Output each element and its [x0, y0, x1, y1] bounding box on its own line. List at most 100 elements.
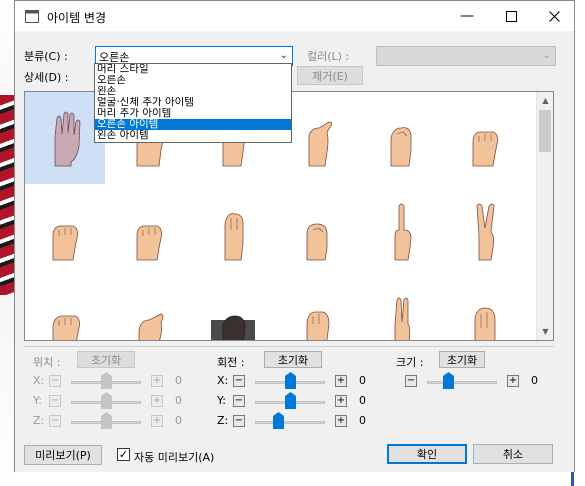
hand-item-curled-hand[interactable] — [361, 92, 441, 184]
hand-pinch-icon — [138, 313, 164, 340]
ok-button[interactable]: 확인 — [387, 444, 467, 464]
rotation-z-slider-thumb[interactable] — [273, 412, 285, 429]
hand-relaxed-hand-icon — [306, 311, 330, 340]
position-y-axis-label: Y: — [33, 394, 42, 407]
hand-item-palm-up[interactable] — [445, 280, 525, 340]
hand-fist-icon — [136, 225, 162, 261]
divider — [24, 346, 554, 347]
hand-item-index-finger-up[interactable] — [361, 186, 441, 278]
preview-button[interactable]: 미리보기(P) — [24, 445, 102, 465]
rotation-z-increment-button[interactable]: + — [335, 415, 347, 427]
position-y-slider-thumb[interactable] — [101, 392, 112, 409]
detail-label: 상세(D) : — [24, 71, 69, 84]
remove-button-label: 제거(E) — [312, 69, 348, 83]
rotation-y-slider-thumb[interactable] — [285, 392, 296, 409]
minimize-button[interactable]: — — [445, 1, 489, 31]
chevron-down-icon: ⌄ — [279, 50, 288, 61]
position-x-slider-thumb[interactable] — [101, 372, 112, 389]
dropdown-item[interactable]: 오른손 — [95, 75, 291, 86]
category-label: 분류(C) : — [24, 50, 68, 63]
grid-scrollbar[interactable]: ▲ ▼ — [536, 92, 553, 340]
chevron-down-icon: ⌄ — [542, 50, 551, 61]
dropdown-item[interactable]: 머리 스타일 — [95, 64, 291, 75]
maximize-button[interactable] — [489, 1, 533, 31]
rotation-x-decrement-button[interactable]: − — [233, 375, 245, 387]
hand-dark-hand-icon — [211, 315, 255, 340]
hand-fist-icon — [52, 225, 78, 261]
size-increment-button[interactable]: + — [507, 375, 519, 387]
hand-item-fist[interactable] — [109, 186, 189, 278]
position-y-decrement-button[interactable]: − — [49, 395, 61, 407]
hand-index-finger-up-icon — [394, 203, 412, 261]
background-art-stripe — [0, 95, 14, 295]
rotation-x-slider-thumb[interactable] — [285, 372, 296, 389]
hand-closed-fist-icon — [52, 315, 80, 340]
rotation-z-value: 0 — [359, 414, 366, 427]
hand-item-peace-sign[interactable] — [445, 186, 525, 278]
close-icon — [548, 10, 560, 22]
rotation-x-value: 0 — [359, 374, 366, 387]
hand-item-relaxed-hand[interactable] — [277, 280, 357, 340]
position-x-axis-label: X: — [33, 374, 45, 387]
size-decrement-button[interactable]: − — [405, 375, 417, 387]
dropdown-item[interactable]: 왼손 — [95, 86, 291, 97]
hand-relaxed-fist-icon — [306, 223, 328, 261]
hand-palm-up-icon — [474, 307, 496, 340]
hand-two-fingers-icon — [394, 297, 411, 340]
auto-preview-label: 자동 미리보기(A) — [134, 451, 215, 464]
hand-item-dark-hand[interactable] — [193, 280, 273, 340]
rotation-x-axis-label: X: — [217, 374, 229, 387]
preview-button-label: 미리보기(P) — [35, 449, 91, 462]
scrollbar-thumb[interactable] — [539, 110, 551, 152]
hand-item-fist[interactable] — [25, 186, 105, 278]
rotation-z-slider-track[interactable] — [255, 421, 325, 424]
rotation-z-axis-label: Z: — [217, 414, 229, 427]
checkmark-icon: ✓ — [118, 448, 129, 461]
maximize-icon — [505, 10, 517, 22]
title-bar[interactable]: 아이템 변경 — — [15, 1, 574, 31]
position-x-decrement-button[interactable]: − — [49, 375, 61, 387]
scroll-down-icon[interactable]: ▼ — [537, 323, 553, 340]
position-reset-button[interactable]: 초기화 — [77, 351, 135, 368]
hand-item-pinch[interactable] — [109, 280, 189, 340]
position-z-decrement-button[interactable]: − — [49, 415, 61, 427]
size-value: 0 — [531, 374, 538, 387]
rotation-y-decrement-button[interactable]: − — [233, 395, 245, 407]
remove-button[interactable]: 제거(E) — [297, 66, 363, 85]
dropdown-item[interactable]: 머리 추가 아이템 — [95, 108, 291, 119]
dropdown-item-selected[interactable]: 오른손 아이템 — [95, 119, 291, 130]
hand-item-fist[interactable] — [445, 92, 525, 184]
close-button[interactable] — [532, 1, 576, 31]
background-art-left — [0, 0, 14, 486]
rotation-y-value: 0 — [359, 394, 366, 407]
hand-fist-icon — [472, 131, 498, 167]
rotation-y-increment-button[interactable]: + — [335, 395, 347, 407]
rotation-y-axis-label: Y: — [217, 394, 226, 407]
cancel-button[interactable]: 취소 — [473, 444, 553, 464]
size-slider-track[interactable] — [427, 381, 497, 384]
hand-item-open-palm[interactable] — [25, 92, 105, 184]
color-select[interactable]: ⌄ — [376, 46, 556, 66]
category-dropdown-list: 머리 스타일 오른손 왼손 얼굴·신체 추가 아이템 머리 추가 아이템 오른손… — [94, 63, 292, 143]
hand-item-upright-fist[interactable] — [193, 186, 273, 278]
rotation-x-increment-button[interactable]: + — [335, 375, 347, 387]
position-reset-label: 초기화 — [90, 353, 122, 367]
hand-item-relaxed-fist[interactable] — [277, 186, 357, 278]
dropdown-item[interactable]: 왼손 아이템 — [95, 130, 291, 141]
position-x-increment-button[interactable]: + — [151, 375, 163, 387]
scroll-up-icon[interactable]: ▲ — [537, 92, 553, 109]
rotation-reset-button[interactable]: 초기화 — [264, 351, 322, 368]
hand-item-closed-fist[interactable] — [25, 280, 105, 340]
dropdown-item[interactable]: 얼굴·신체 추가 아이템 — [95, 97, 291, 108]
rotation-z-decrement-button[interactable]: − — [233, 415, 245, 427]
hand-item-two-fingers[interactable] — [361, 280, 441, 340]
hand-open-palm-icon — [54, 111, 81, 167]
size-reset-button[interactable]: 초기화 — [439, 351, 485, 368]
ok-button-label: 확인 — [416, 448, 438, 461]
position-z-slider-thumb[interactable] — [101, 412, 112, 429]
position-z-increment-button[interactable]: + — [151, 415, 163, 427]
size-slider-thumb[interactable] — [443, 372, 454, 389]
position-y-increment-button[interactable]: + — [151, 395, 163, 407]
auto-preview-checkbox[interactable]: ✓ — [117, 448, 130, 461]
position-x-value: 0 — [175, 374, 182, 387]
